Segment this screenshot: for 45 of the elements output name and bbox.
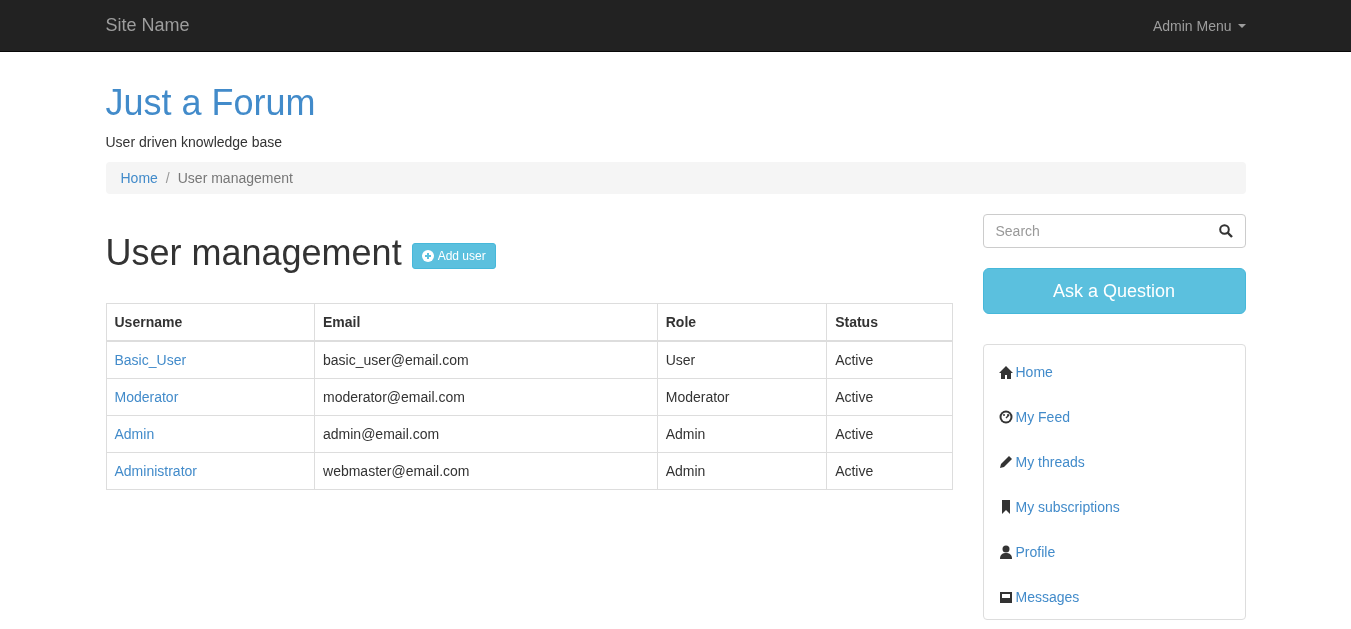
table-cell: Active [826, 452, 952, 490]
ask-question-button[interactable]: Ask a Question [982, 268, 1246, 314]
plus-circle-icon [421, 250, 434, 262]
breadcrumb-separator: / [164, 170, 171, 186]
admin-menu[interactable]: Admin Menu [1152, 17, 1246, 34]
username-link[interactable]: Admin [114, 426, 155, 442]
site-tagline: User driven knowledge base [105, 134, 284, 150]
table-cell: Admin [657, 415, 827, 453]
site-title: Just a Forum [105, 83, 317, 123]
table-cell: webmaster@email.com [314, 452, 658, 490]
sidebar-link[interactable]: Profile [1015, 543, 1056, 560]
add-user-button[interactable]: Add user [411, 243, 496, 269]
column-header: Role [657, 303, 827, 341]
column-header: Email [314, 303, 658, 341]
page-heading: User management [105, 233, 402, 273]
caret-icon [1237, 23, 1246, 28]
sidebar-link[interactable]: My threads [1015, 453, 1085, 470]
column-header: Username [106, 303, 315, 341]
username-link[interactable]: Moderator [114, 389, 179, 405]
column-header: Status [826, 303, 952, 341]
table-cell: Active [826, 378, 952, 416]
inbox-icon [998, 589, 1013, 604]
sidebar-link[interactable]: Home [1015, 363, 1053, 380]
home-icon [998, 364, 1013, 379]
username-link[interactable]: Basic_User [114, 352, 187, 368]
table-cell: Moderator [657, 378, 827, 416]
breadcrumb-link[interactable]: Home [120, 170, 158, 186]
gauge-icon [998, 409, 1013, 424]
sidebar-link[interactable]: Messages [1015, 588, 1080, 605]
table-cell: Admin [657, 452, 827, 490]
table-cell: Active [826, 415, 952, 453]
search-icon [1218, 224, 1233, 238]
table-cell: basic_user@email.com [314, 341, 658, 379]
pencil-icon [998, 454, 1013, 469]
table-cell: User [657, 341, 827, 379]
table-cell: Active [826, 341, 952, 379]
person-icon [998, 544, 1013, 559]
search-field[interactable]: Search [982, 214, 1246, 248]
username-link[interactable]: Administrator [114, 463, 197, 479]
breadcrumb-current: User management [177, 170, 293, 186]
sidebar-link[interactable]: My Feed [1015, 408, 1070, 425]
sidebar-link[interactable]: My subscriptions [1015, 498, 1120, 515]
table-cell: admin@email.com [314, 415, 658, 453]
site-name[interactable]: Site Name [105, 15, 190, 36]
table-cell: moderator@email.com [314, 378, 658, 416]
